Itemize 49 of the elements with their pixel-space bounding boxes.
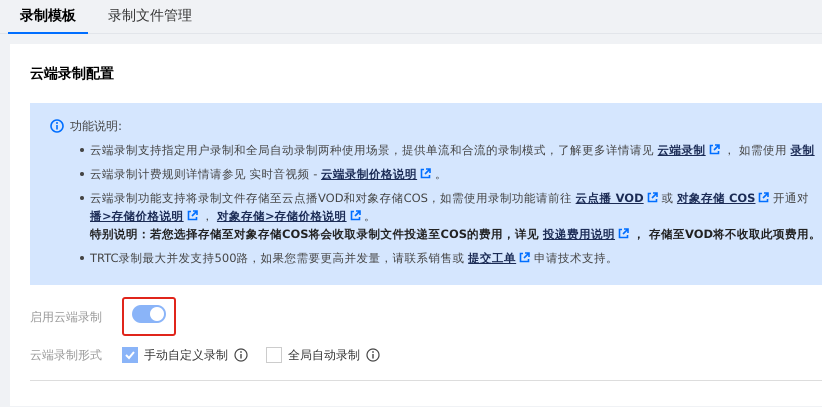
bullet-icon	[80, 196, 84, 200]
external-link-icon	[708, 144, 720, 155]
link[interactable]: 提交工单	[468, 251, 530, 265]
check-icon	[124, 349, 136, 361]
external-link-icon	[186, 210, 198, 221]
tab[interactable]: 录制文件管理	[96, 0, 204, 34]
external-link-icon	[420, 168, 432, 179]
notice-text: 特别说明：若您选择存储至对象存储COS将会收取录制文件投递至COS的费用，详见	[90, 227, 540, 241]
notice-text: 。	[434, 167, 447, 181]
external-link-icon	[758, 192, 770, 203]
toggle-switch[interactable]	[132, 305, 166, 323]
bullet-icon	[80, 148, 84, 152]
notice-text: 云端录制功能支持将录制文件存储至云点播VOD和对象存储COS，如需使用录制功能请前往	[90, 191, 573, 205]
bullet-icon	[80, 256, 84, 260]
field-label: 启用云端录制	[30, 308, 103, 326]
checkbox-label: 手动自定义录制	[144, 347, 228, 364]
notice-text: TRTC录制最大并发支持500路，如果您需要更高并发量，请联系销售或	[90, 251, 466, 265]
notice-text: 云端录制计费规则详情请参见 实时音视频 -	[90, 167, 318, 181]
info-icon[interactable]	[366, 348, 380, 362]
info-icon	[50, 119, 64, 133]
link[interactable]: 云端录制价格说明	[321, 167, 432, 181]
notice-text: ， 存储至VOD将不收取此项费用。	[632, 227, 822, 241]
link[interactable]: 投递费用说明	[543, 227, 630, 241]
notice-text: ， 如需使用	[722, 143, 788, 157]
tab[interactable]: 录制模板	[8, 0, 88, 34]
field-label: 云端录制形式	[30, 347, 103, 364]
checkbox[interactable]	[122, 347, 138, 363]
checkbox[interactable]	[266, 347, 282, 363]
link[interactable]: 录制	[790, 143, 815, 157]
notice-text: 开通对	[772, 191, 810, 205]
notice-text: 云端录制支持指定用户录制和全局自动录制两种使用场景，提供单流和合流的录制模式，了解更多详情请见	[90, 143, 655, 157]
external-link-icon	[618, 228, 630, 239]
notice-text: 申请技术支持。	[532, 251, 618, 265]
external-link-icon	[350, 210, 361, 221]
notice-text: ，	[200, 209, 214, 223]
link[interactable]: 云点播 VOD	[576, 191, 658, 205]
notice-title: 功能说明:	[70, 118, 122, 135]
link[interactable]: 对象存储 COS	[676, 191, 770, 205]
link[interactable]: 播>存储价格说明	[90, 209, 198, 223]
link[interactable]: 云端录制	[658, 143, 720, 157]
section-title: 云端录制配置	[30, 65, 115, 84]
checkbox-label: 全局自动录制	[288, 347, 360, 364]
external-link-icon	[646, 192, 658, 203]
bullet-icon	[80, 172, 84, 176]
notice-text: 或	[660, 191, 674, 205]
link[interactable]: 对象存储>存储价格说明	[216, 209, 361, 223]
notice-text: 。	[363, 209, 376, 223]
external-link-icon	[519, 252, 530, 263]
info-icon[interactable]	[234, 348, 248, 362]
